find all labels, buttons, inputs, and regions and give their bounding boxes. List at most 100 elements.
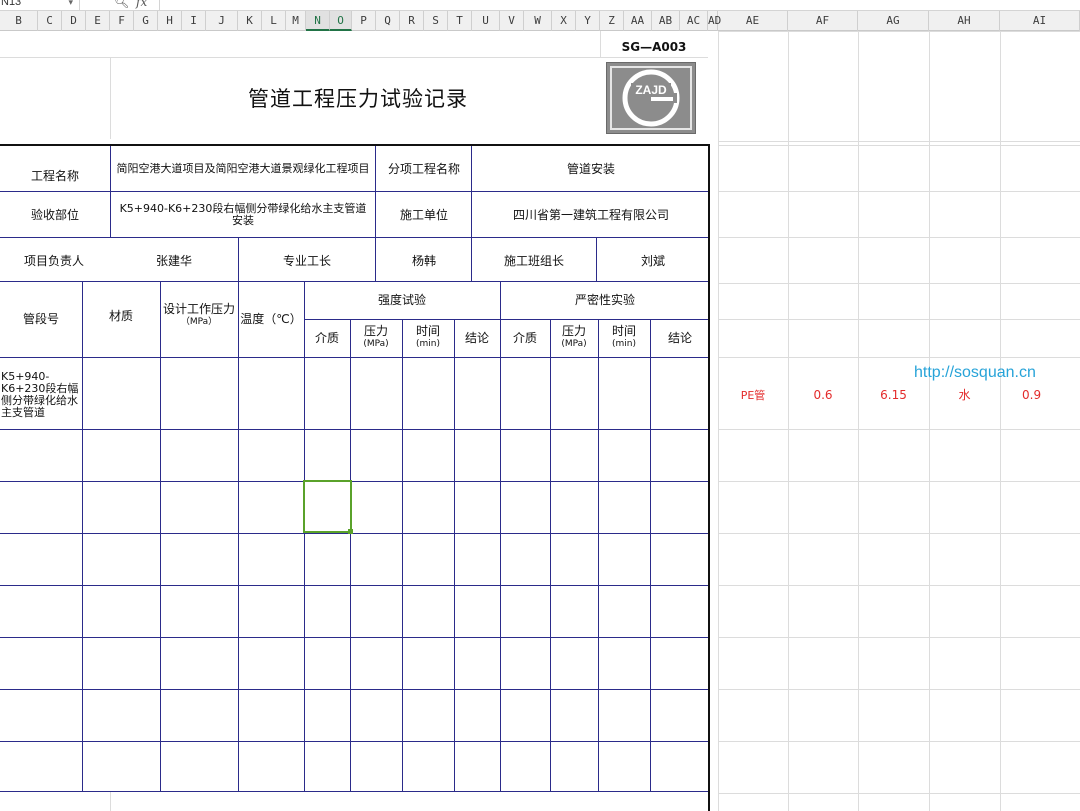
- sub-project-value[interactable]: 管道安装: [472, 147, 710, 191]
- fx-icon[interactable]: fx: [136, 0, 147, 9]
- column-header-c[interactable]: C: [38, 11, 62, 31]
- column-header-s[interactable]: S: [424, 11, 448, 31]
- grid-line: [858, 31, 859, 811]
- selected-cell[interactable]: [303, 480, 353, 534]
- strength-time-header: 时间 (min): [402, 319, 454, 357]
- side-material[interactable]: PE管: [718, 381, 788, 409]
- tightness-time-header: 时间 (min): [598, 319, 650, 357]
- logo-emblem-icon: ZAJD: [610, 66, 692, 130]
- table-line: [0, 585, 710, 586]
- formula-tools: 🔍︎ fx: [80, 0, 160, 11]
- side-value-2[interactable]: 6.15: [858, 381, 929, 409]
- construction-unit-value[interactable]: 四川省第一建筑工程有限公司: [472, 193, 710, 237]
- grid-line: [718, 741, 1080, 742]
- column-header-q[interactable]: Q: [376, 11, 400, 31]
- strength-pressure-unit: (MPa): [363, 339, 389, 349]
- column-header-f[interactable]: F: [110, 11, 134, 31]
- grid-line: [718, 145, 1080, 146]
- temperature-header: 温度（℃）: [240, 311, 302, 326]
- foreman-label: 专业工长: [282, 253, 331, 268]
- grid-line: [718, 357, 1080, 358]
- column-header-u[interactable]: U: [472, 11, 500, 31]
- column-header-ai[interactable]: AI: [1000, 11, 1080, 31]
- grid-line: [718, 429, 1080, 430]
- column-header-ae[interactable]: AE: [718, 11, 788, 31]
- column-header-y[interactable]: Y: [576, 11, 600, 31]
- segment-header: 管段号: [22, 311, 59, 326]
- grid-line: [718, 793, 1080, 794]
- tightness-time-unit: (min): [612, 339, 636, 349]
- side-value-1[interactable]: 0.6: [788, 381, 858, 409]
- column-header-z[interactable]: Z: [600, 11, 624, 31]
- page-title: 管道工程压力试验记录: [248, 86, 468, 111]
- column-header-n[interactable]: N: [306, 11, 330, 31]
- column-header-h[interactable]: H: [158, 11, 182, 31]
- grid-line: [718, 637, 1080, 638]
- table-line: [598, 319, 599, 791]
- column-header-m[interactable]: M: [286, 11, 306, 31]
- table-line: [0, 237, 710, 238]
- column-header-r[interactable]: R: [400, 11, 424, 31]
- column-header-t[interactable]: T: [448, 11, 472, 31]
- fill-handle[interactable]: [348, 529, 353, 534]
- grid-line: [718, 481, 1080, 482]
- design-pressure-header: 设计工作压力 （MPa）: [160, 281, 238, 357]
- team-leader-value[interactable]: 刘斌: [596, 239, 710, 283]
- grid-line: [718, 283, 1080, 284]
- sub-project-label: 分项工程名称: [387, 161, 460, 176]
- column-header-k[interactable]: K: [238, 11, 262, 31]
- table-line: [0, 637, 710, 638]
- table-line: [0, 191, 710, 192]
- accept-part-value[interactable]: K5+940-K6+230段右幅侧分带绿化给水主支管道安装: [112, 193, 374, 237]
- column-header-o[interactable]: O: [330, 11, 352, 31]
- column-header-p[interactable]: P: [352, 11, 376, 31]
- table-line: [550, 319, 551, 791]
- column-header-b[interactable]: B: [0, 11, 38, 31]
- column-header-l[interactable]: L: [262, 11, 286, 31]
- project-name-value[interactable]: 简阳空港大道项目及简阳空港大道景观绿化工程项目: [112, 147, 374, 191]
- column-header-aa[interactable]: AA: [624, 11, 652, 31]
- accept-part-label: 验收部位: [30, 207, 79, 222]
- column-header-ab[interactable]: AB: [652, 11, 680, 31]
- column-header-af[interactable]: AF: [788, 11, 858, 31]
- side-medium[interactable]: 水: [929, 381, 1000, 409]
- side-value-3[interactable]: 0.9: [1000, 381, 1080, 409]
- column-header-ac[interactable]: AC: [680, 11, 708, 31]
- table-line: [0, 689, 710, 690]
- table-line: [650, 319, 651, 791]
- foreman-value[interactable]: 杨韩: [376, 239, 472, 283]
- column-header-ag[interactable]: AG: [858, 11, 929, 31]
- table-line: [454, 319, 455, 791]
- column-header-ah[interactable]: AH: [929, 11, 1000, 31]
- grid-line: [718, 585, 1080, 586]
- first-row-segment[interactable]: K5+940-K6+230段右幅侧分带绿化给水主支管道: [0, 369, 82, 421]
- team-leader-label: 施工班组长: [503, 253, 564, 268]
- chevron-down-icon[interactable]: ▾: [68, 0, 73, 9]
- grid-line: [110, 791, 111, 811]
- strength-pressure-text: 压力: [363, 324, 388, 338]
- column-header-x[interactable]: X: [552, 11, 576, 31]
- column-header-ad[interactable]: AD: [708, 11, 721, 31]
- tightness-conclusion-header: 结论: [667, 330, 692, 345]
- table-line: [402, 319, 403, 791]
- design-pressure-unit: （MPa）: [180, 317, 218, 327]
- column-header-d[interactable]: D: [62, 11, 86, 31]
- strength-test-header: 强度试验: [377, 292, 426, 307]
- zoom-icon[interactable]: 🔍︎: [114, 0, 129, 9]
- column-header-v[interactable]: V: [500, 11, 524, 31]
- column-header-j[interactable]: J: [206, 11, 238, 31]
- formula-bar: N13 ▾ 🔍︎ fx: [0, 0, 1080, 11]
- design-pressure-text: 设计工作压力: [162, 302, 235, 316]
- table-line: [0, 741, 710, 742]
- column-header-i[interactable]: I: [182, 11, 206, 31]
- table-line: [0, 481, 710, 482]
- column-header-g[interactable]: G: [134, 11, 158, 31]
- table-line: [0, 791, 710, 792]
- column-header-e[interactable]: E: [86, 11, 110, 31]
- worksheet[interactable]: SG—A003 ZAJD 管道工程压力试验记录 工程名称 简阳空港大道项目及简阳…: [0, 31, 1080, 811]
- column-header-w[interactable]: W: [524, 11, 552, 31]
- strength-time-text: 时间: [415, 324, 440, 338]
- project-leader-value[interactable]: 张建华: [110, 239, 238, 283]
- grid-line: [718, 191, 1080, 192]
- name-box[interactable]: N13 ▾: [0, 0, 80, 11]
